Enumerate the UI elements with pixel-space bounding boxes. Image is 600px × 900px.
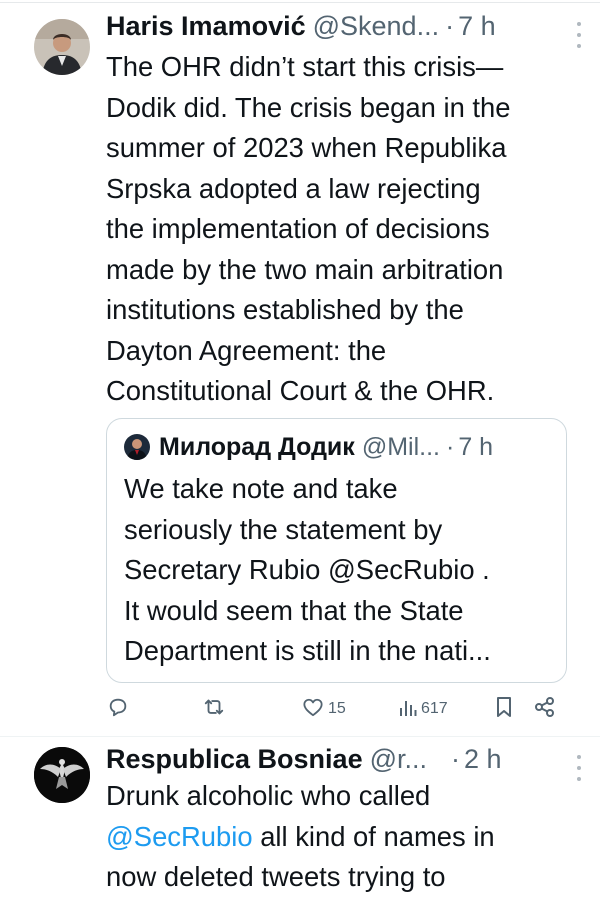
avatar[interactable] bbox=[34, 747, 90, 803]
quoted-text: We take note and take seriously the stat… bbox=[124, 473, 491, 666]
avatar[interactable] bbox=[34, 19, 90, 75]
views-count: 617 bbox=[421, 700, 448, 717]
tweet[interactable]: Respublica Bosniae @r... · 2 h Drunk alc… bbox=[0, 737, 600, 900]
quoted-timestamp: 7 h bbox=[458, 432, 494, 461]
display-name[interactable]: Respublica Bosniae bbox=[106, 744, 363, 775]
retweet-icon bbox=[202, 696, 226, 723]
tweet-header: Respublica Bosniae @r... · 2 h bbox=[106, 741, 502, 777]
timestamp[interactable]: 7 h bbox=[458, 11, 496, 42]
views-button[interactable]: 617 bbox=[399, 692, 448, 726]
like-button[interactable]: 15 bbox=[302, 692, 346, 726]
timestamp[interactable]: 2 h bbox=[464, 744, 502, 775]
separator-dot: · bbox=[451, 743, 461, 774]
separator-dot: · bbox=[445, 432, 455, 461]
tweet[interactable]: Haris Imamović @Skend... · 7 h The OHR d… bbox=[0, 0, 600, 737]
reply-icon bbox=[107, 696, 129, 723]
tweet-text: Drunk alcoholic who called @SecRubio all… bbox=[106, 776, 576, 898]
bookmark-button[interactable] bbox=[495, 692, 513, 726]
bookmark-icon bbox=[495, 696, 513, 723]
action-bar: 15 617 bbox=[0, 692, 600, 726]
tweet-header: Haris Imamović @Skend... · 7 h bbox=[106, 8, 496, 44]
text-line: now deleted tweets trying to bbox=[106, 861, 446, 892]
quoted-avatar bbox=[124, 434, 150, 460]
views-icon bbox=[399, 697, 417, 722]
tweet-text: The OHR didn’t start this crisis— Dodik … bbox=[106, 51, 511, 406]
share-icon bbox=[534, 696, 556, 723]
text-fragment: all kind of names in bbox=[252, 820, 495, 852]
reply-button[interactable] bbox=[107, 692, 133, 726]
handle[interactable]: @Skend... bbox=[313, 11, 439, 42]
quoted-handle: @Mil... bbox=[361, 432, 440, 461]
handle[interactable]: @r... bbox=[370, 744, 427, 775]
separator-dot: · bbox=[445, 10, 455, 41]
like-count: 15 bbox=[328, 700, 346, 717]
like-icon bbox=[302, 697, 324, 722]
quoted-display-name: Милорад Додик bbox=[159, 432, 355, 461]
text-line: @SecRubio all kind of names in bbox=[106, 817, 576, 858]
share-button[interactable] bbox=[534, 692, 556, 726]
quoted-header: Милорад Додик @Mil... · 7 h bbox=[159, 431, 493, 463]
text-line: Drunk alcoholic who called bbox=[106, 780, 431, 811]
display-name[interactable]: Haris Imamović bbox=[106, 11, 306, 42]
more-icon[interactable] bbox=[572, 22, 586, 48]
retweet-button[interactable] bbox=[202, 692, 230, 726]
quoted-tweet[interactable]: Милорад Додик @Mil... · 7 h We take note… bbox=[106, 418, 567, 683]
mention-link[interactable]: @SecRubio bbox=[106, 821, 253, 852]
